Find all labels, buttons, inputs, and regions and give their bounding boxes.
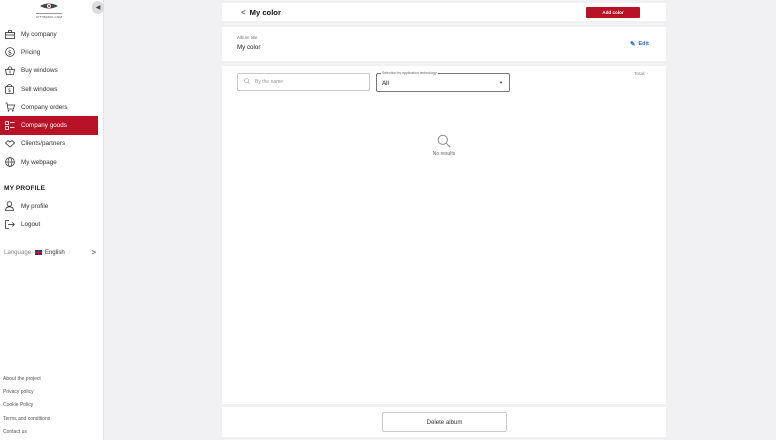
orders-icon — [4, 102, 15, 113]
sidebar-item-buy-windows[interactable]: Buy windows — [0, 62, 98, 80]
sidebar-item-label: My company — [21, 30, 57, 38]
footer-links: About the project Privacy policy Cookie … — [3, 374, 50, 440]
page-header: < My color Add color — [222, 3, 666, 21]
pencil-icon: ✎ — [630, 41, 636, 48]
uk-flag-icon — [34, 249, 42, 255]
sidebar-item-label: Buy windows — [21, 67, 58, 75]
logo-mark-icon — [40, 3, 58, 9]
dollar-icon: $ — [4, 47, 15, 58]
search-input[interactable]: By the name — [237, 73, 370, 91]
logout-icon — [4, 219, 15, 230]
basket-icon — [4, 65, 15, 76]
page-title: My color — [249, 7, 281, 17]
sidebar-item-pricing[interactable]: $ Pricing — [0, 43, 98, 61]
no-results-search-icon — [437, 134, 451, 148]
sidebar-item-label: Sell windows — [21, 85, 58, 93]
sidebar-item-my-company[interactable]: My company — [0, 25, 98, 43]
sidebar-item-company-orders[interactable]: Company orders — [0, 98, 98, 116]
sidebar-item-clients-partners[interactable]: Clients/partners — [0, 135, 98, 153]
edit-label: Edit — [638, 41, 649, 47]
sidebar-item-label: Logout — [21, 220, 41, 228]
add-color-button[interactable]: Add color — [586, 7, 640, 18]
album-title-label: Album title — [237, 35, 258, 40]
back-arrow-icon[interactable]: < — [241, 8, 246, 17]
sidebar-item-sell-windows[interactable]: $ Sell windows — [0, 80, 98, 98]
svg-text:$: $ — [8, 88, 11, 94]
goods-icon — [4, 120, 15, 131]
sidebar-item-label: Company goods — [21, 122, 67, 130]
sidebar: CITYBASIC.COM ◀ My company $ Pricing Buy… — [0, 0, 104, 440]
chevron-right-icon: > — [91, 247, 96, 257]
sidebar-item-label: Pricing — [21, 48, 41, 56]
svg-text:$: $ — [7, 49, 11, 57]
caret-down-icon: ▼ — [499, 80, 503, 85]
sidebar-item-my-webpage[interactable]: My webpage — [0, 153, 98, 171]
footer-link-privacy[interactable]: Privacy policy — [3, 387, 50, 400]
sidebar-item-label: Company orders — [21, 103, 68, 111]
delete-album-button[interactable]: Delete album — [382, 412, 507, 432]
sidebar-item-label: My webpage — [21, 158, 57, 166]
logo-text: CITYBASIC.COM — [35, 13, 63, 19]
sidebar-item-company-goods[interactable]: Company goods — [0, 116, 98, 135]
album-info-card: Album title My color ✎ Edit — [222, 27, 666, 61]
language-selector[interactable]: Language: English > — [4, 246, 98, 258]
technology-select-value: All — [382, 80, 389, 87]
main-nav: My company $ Pricing Buy windows $ Sell … — [0, 25, 98, 171]
globe-icon — [4, 157, 15, 168]
search-placeholder: By the name — [255, 79, 284, 85]
user-icon — [4, 201, 15, 212]
no-results-text: No results — [432, 151, 456, 157]
collapse-sidebar-button[interactable]: ◀ — [92, 1, 104, 14]
technology-select[interactable]: Selection by application technology All … — [376, 71, 510, 92]
profile-nav: My profile Logout — [0, 197, 98, 234]
total-count: Total: - — [634, 72, 649, 77]
company-icon — [4, 29, 15, 40]
logo[interactable]: CITYBASIC.COM — [0, 0, 98, 21]
album-title-value: My color — [237, 44, 261, 51]
sell-icon: $ — [4, 84, 15, 95]
profile-heading: MY PROFILE — [4, 185, 46, 192]
search-icon — [244, 78, 250, 86]
technology-select-label: Selection by application technology — [381, 71, 438, 75]
partners-icon — [4, 138, 15, 149]
language-label: Language: — [4, 248, 33, 256]
sidebar-item-my-profile[interactable]: My profile — [0, 197, 98, 215]
empty-state: No results — [422, 134, 466, 157]
language-value: English — [44, 248, 65, 256]
colors-list-card: By the name Selection by application tec… — [222, 66, 666, 404]
footer-link-terms[interactable]: Terms and conditions — [3, 414, 50, 427]
sidebar-item-label: My profile — [21, 202, 49, 210]
edit-album-button[interactable]: ✎ Edit — [630, 40, 649, 48]
sidebar-item-logout[interactable]: Logout — [0, 215, 98, 233]
sidebar-item-label: Clients/partners — [21, 140, 66, 148]
footer-link-contact[interactable]: Contact us — [3, 427, 50, 440]
footer-link-cookie[interactable]: Cookie Policy — [3, 400, 50, 413]
album-actions-card: Delete album — [222, 407, 666, 437]
footer-link-about[interactable]: About the project — [3, 374, 50, 387]
